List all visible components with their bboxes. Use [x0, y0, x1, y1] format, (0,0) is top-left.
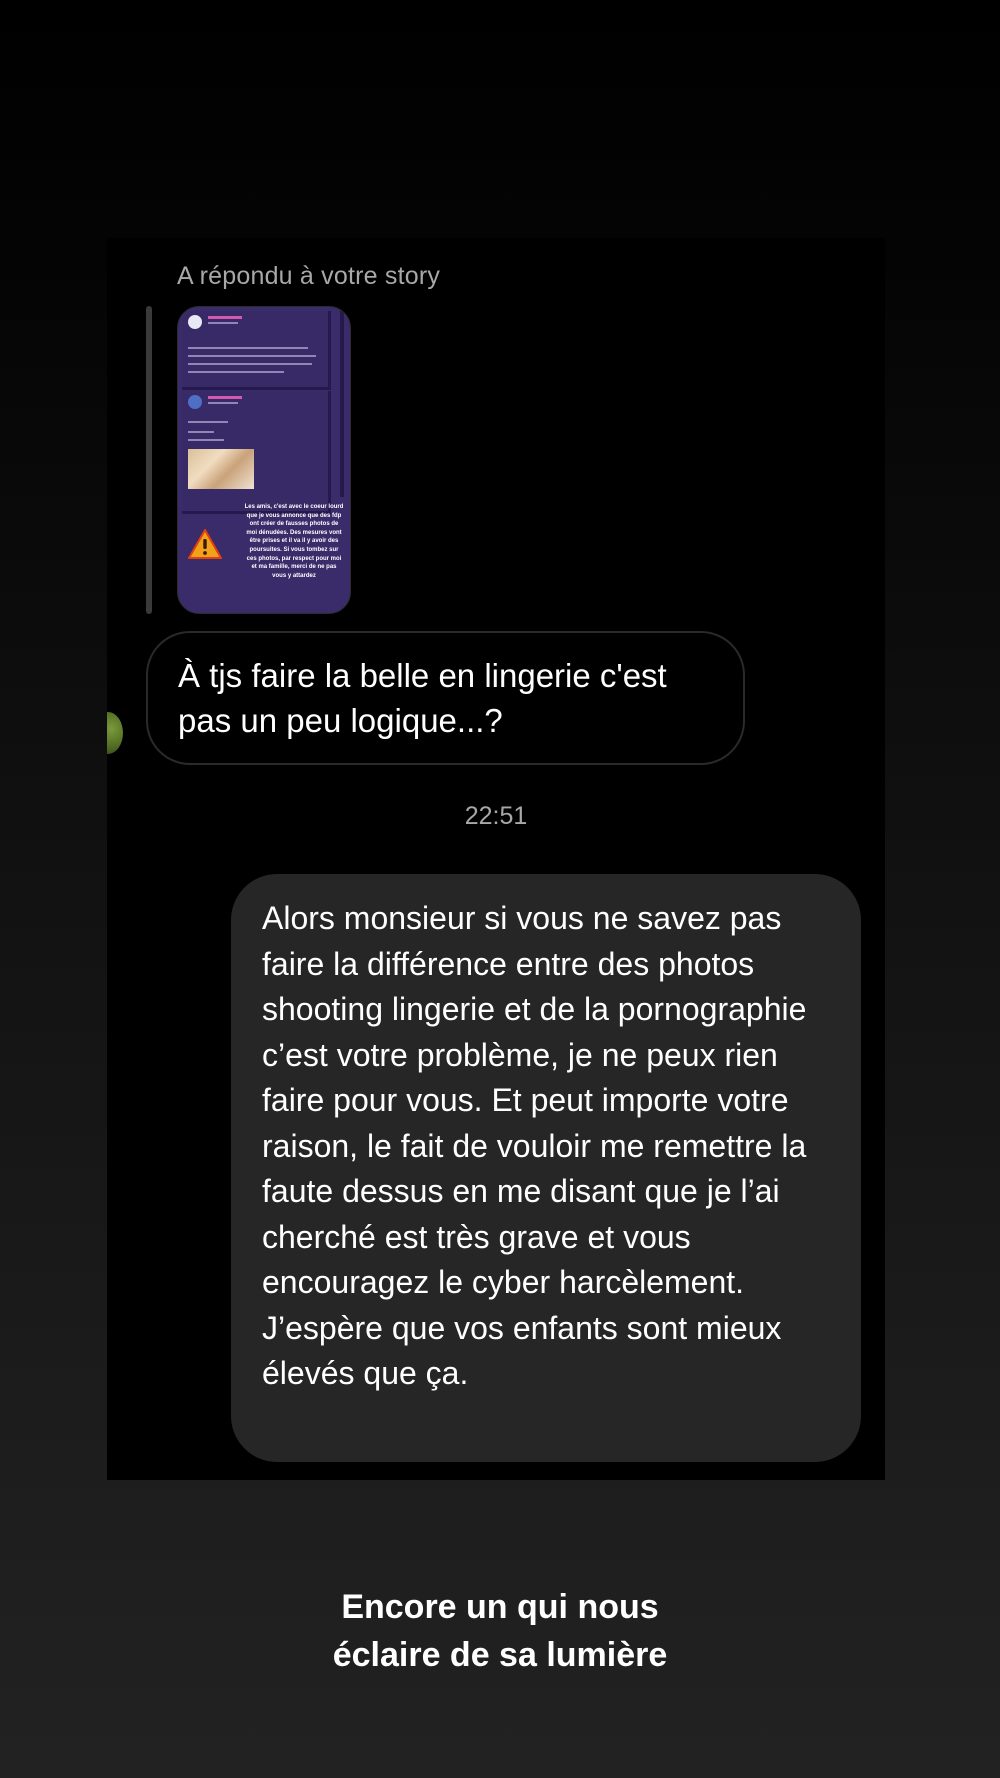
story-post-line: [188, 355, 316, 357]
story-reply-label: A répondu à votre story: [177, 262, 441, 290]
story-scrollbar: [340, 307, 344, 497]
story-caption-line: Encore un qui nous: [341, 1588, 659, 1626]
sender-avatar[interactable]: [107, 712, 123, 754]
story-post-line: [188, 371, 284, 373]
story-post-line: [188, 421, 228, 423]
story-post-line: [188, 363, 312, 365]
story-caption: Encore un qui nous éclaire de sa lumière: [0, 1583, 1000, 1679]
story-post-photo: [188, 449, 254, 489]
story-caption-line: éclaire de sa lumière: [332, 1636, 668, 1674]
story-post-line: [188, 439, 224, 441]
warning-icon: [188, 529, 222, 559]
reply-indicator-bar: [146, 306, 152, 614]
story-post-card: [182, 391, 331, 514]
story-post-card: [182, 311, 331, 390]
story-post-avatar: [188, 315, 202, 329]
story-warning-text: Les amis, c'est avec le coeur lourd que …: [244, 504, 344, 579]
received-message-bubble[interactable]: À tjs faire la belle en lingerie c'est p…: [146, 631, 745, 765]
story-post-line: [188, 347, 308, 349]
story-post-avatar: [188, 395, 202, 409]
story-post-username: [208, 396, 242, 399]
sent-message-bubble[interactable]: Alors monsieur si vous ne savez pas fair…: [231, 874, 861, 1462]
story-post-username: [208, 316, 242, 319]
story-post-meta: [208, 322, 238, 324]
story-thumbnail[interactable]: Les amis, c'est avec le coeur lourd que …: [177, 306, 351, 614]
story-post-meta: [208, 402, 238, 404]
dm-screenshot: A répondu à votre story Les amis, c'est …: [107, 238, 885, 1480]
message-timestamp: 22:51: [464, 802, 528, 830]
story-post-line: [188, 431, 214, 433]
